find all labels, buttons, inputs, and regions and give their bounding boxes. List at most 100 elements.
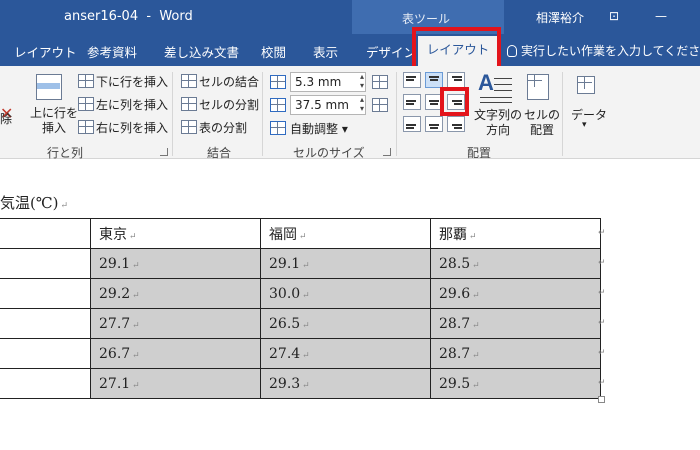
distribute-columns-icon[interactable] (372, 98, 388, 112)
temperature-table[interactable]: 東京 ↵ 福岡 ↵ 那覇 ↵ 29.1 ↵ 29.1 ↵ 28.5 ↵ 29.2 ↵ 30.0… (0, 218, 601, 399)
group-divider (262, 72, 263, 156)
table-cell[interactable]: 27.7 ↵ (90, 308, 261, 339)
table-cell[interactable]: 東京 ↵ (90, 218, 261, 249)
row-end-mark-icon: ↵ (598, 318, 606, 328)
column-width-input[interactable]: 37.5 mm (290, 95, 366, 115)
group-divider (172, 72, 173, 156)
heading-text: 気温(℃) (0, 194, 59, 212)
table-cell[interactable]: 那覇 ↵ (430, 218, 601, 249)
group-label-cell-size: セルのサイズ (293, 146, 365, 160)
tell-me-box[interactable]: 実行したい作業を入力してください (507, 42, 700, 59)
table-row: 27.1 ↵ 29.3 ↵ 29.5 ↵ (0, 368, 601, 399)
tab-table-design[interactable]: デザイン (366, 42, 416, 61)
ribbon-panel: ✕ 除 上に行を 挿入 下に行を挿入 左に列を挿入 右に列を挿入 行と列 セルの… (0, 66, 700, 160)
document-heading[interactable]: 気温(℃) ↵ (0, 192, 68, 213)
row-end-mark-icon: ↵ (598, 228, 606, 238)
tab-references[interactable]: 参考資料 (87, 42, 137, 61)
rows-cols-launcher-icon[interactable] (160, 148, 168, 156)
autofit-icon[interactable] (270, 121, 286, 135)
distribute-rows-icon[interactable] (372, 75, 388, 89)
table-cell[interactable] (0, 308, 91, 339)
split-cells-icon[interactable] (181, 97, 197, 111)
table-cell[interactable]: 28.5 ↵ (430, 248, 601, 279)
table-cell[interactable]: 27.4 ↵ (260, 338, 431, 369)
ribbon-display-icon[interactable]: ⊡ (603, 6, 625, 26)
merge-cells-icon[interactable] (181, 74, 197, 88)
highlight-box-align-center-right (440, 87, 469, 116)
insert-above-button[interactable]: 上に行を 挿入 (30, 106, 78, 136)
row-end-mark-icon: ↵ (598, 288, 606, 298)
table-cell[interactable]: 29.3 ↵ (260, 368, 431, 399)
align-top-right-icon[interactable] (447, 72, 465, 88)
tab-view[interactable]: 表示 (313, 42, 338, 61)
minimize-icon[interactable]: — (650, 6, 672, 26)
table-cell[interactable]: 29.5 ↵ (430, 368, 601, 399)
document-area[interactable]: 気温(℃) ↵ 東京 ↵ 福岡 ↵ 那覇 ↵ 29.1 ↵ 29.1 ↵ 28.5 ↵ 29.… (0, 160, 700, 450)
table-cell[interactable]: 29.1 ↵ (260, 248, 431, 279)
group-label-alignment: 配置 (467, 146, 492, 160)
lightbulb-icon (507, 45, 517, 57)
table-cell[interactable]: 29.6 ↵ (430, 278, 601, 309)
table-cell[interactable] (0, 368, 91, 399)
table-cell[interactable]: 26.5 ↵ (260, 308, 431, 339)
merge-cells-button[interactable]: セルの結合 (199, 73, 259, 90)
table-cell[interactable] (0, 338, 91, 369)
insert-below-icon[interactable] (78, 74, 94, 88)
document-title: anser16-04 - Word (64, 9, 193, 24)
cell-size-launcher-icon[interactable] (383, 148, 391, 156)
table-cell[interactable]: 28.7 ↵ (430, 338, 601, 369)
align-top-center-icon[interactable] (425, 72, 443, 88)
cell-margins-icon[interactable] (527, 74, 549, 100)
split-table-button[interactable]: 表の分割 (199, 119, 247, 136)
delete-label[interactable]: 除 (0, 110, 12, 127)
data-dropdown-icon[interactable]: ▾ (582, 120, 587, 130)
data-button[interactable]: データ (571, 106, 607, 123)
table-row: 29.2 ↵ 30.0 ↵ 29.6 ↵ (0, 278, 601, 309)
table-cell[interactable]: 27.1 ↵ (90, 368, 261, 399)
data-icon[interactable] (577, 76, 595, 94)
insert-right-icon[interactable] (78, 120, 94, 134)
table-cell[interactable]: 29.1 ↵ (90, 248, 261, 279)
highlight-box-layout-tab (412, 27, 501, 70)
table-cell[interactable]: 28.7 ↵ (430, 308, 601, 339)
split-table-icon[interactable] (181, 120, 197, 134)
align-bottom-left-icon[interactable] (403, 116, 421, 132)
column-width-icon (270, 98, 286, 112)
cell-margins-button[interactable]: セルの 配置 (524, 108, 560, 138)
table-row: 27.7 ↵ 26.5 ↵ 28.7 ↵ (0, 308, 601, 339)
insert-below-button[interactable]: 下に行を挿入 (96, 73, 168, 90)
insert-above-icon[interactable] (36, 74, 62, 100)
table-cell[interactable]: 26.7 ↵ (90, 338, 261, 369)
text-direction-icon[interactable]: A (478, 70, 514, 106)
user-name[interactable]: 相澤裕介 (536, 9, 584, 26)
insert-left-button[interactable]: 左に列を挿入 (96, 96, 168, 113)
table-row: 29.1 ↵ 29.1 ↵ 28.5 ↵ (0, 248, 601, 279)
text-direction-button[interactable]: 文字列の 方向 (474, 108, 522, 138)
insert-left-icon[interactable] (78, 97, 94, 111)
row-end-mark-icon: ↵ (598, 378, 606, 388)
table-cell[interactable]: 30.0 ↵ (260, 278, 431, 309)
tab-layout-page[interactable]: レイアウト (14, 42, 77, 61)
table-cell[interactable]: 29.2 ↵ (90, 278, 261, 309)
group-divider (396, 72, 397, 156)
autofit-button[interactable]: 自動調整 ▾ (290, 120, 348, 137)
split-cells-button[interactable]: セルの分割 (199, 96, 259, 113)
table-cell[interactable] (0, 248, 91, 279)
table-resize-handle[interactable] (598, 396, 605, 403)
align-center-left-icon[interactable] (403, 94, 421, 110)
tab-review[interactable]: 校閲 (261, 42, 286, 61)
table-tools-label: 表ツール (402, 12, 451, 26)
row-height-input[interactable]: 5.3 mm (290, 72, 366, 92)
table-cell[interactable] (0, 218, 91, 249)
align-bottom-right-icon[interactable] (447, 116, 465, 132)
table-row: 東京 ↵ 福岡 ↵ 那覇 ↵ (0, 218, 601, 249)
table-cell[interactable]: 福岡 ↵ (260, 218, 431, 249)
table-cell[interactable] (0, 278, 91, 309)
align-top-left-icon[interactable] (403, 72, 421, 88)
insert-right-button[interactable]: 右に列を挿入 (96, 119, 168, 136)
align-bottom-center-icon[interactable] (425, 116, 443, 132)
tab-mailings[interactable]: 差し込み文書 (164, 42, 239, 61)
group-label-rows-cols: 行と列 (47, 146, 84, 160)
group-divider (562, 72, 563, 156)
row-height-icon (270, 75, 286, 89)
